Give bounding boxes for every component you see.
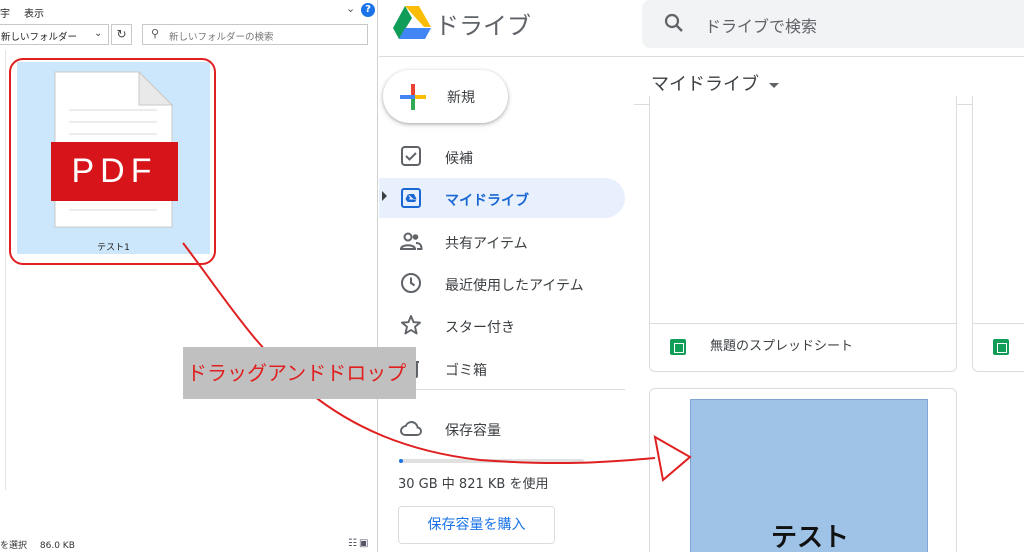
drag-and-drop-label: ドラッグアンドドロップ xyxy=(183,347,416,399)
drag-arrow xyxy=(182,242,692,482)
